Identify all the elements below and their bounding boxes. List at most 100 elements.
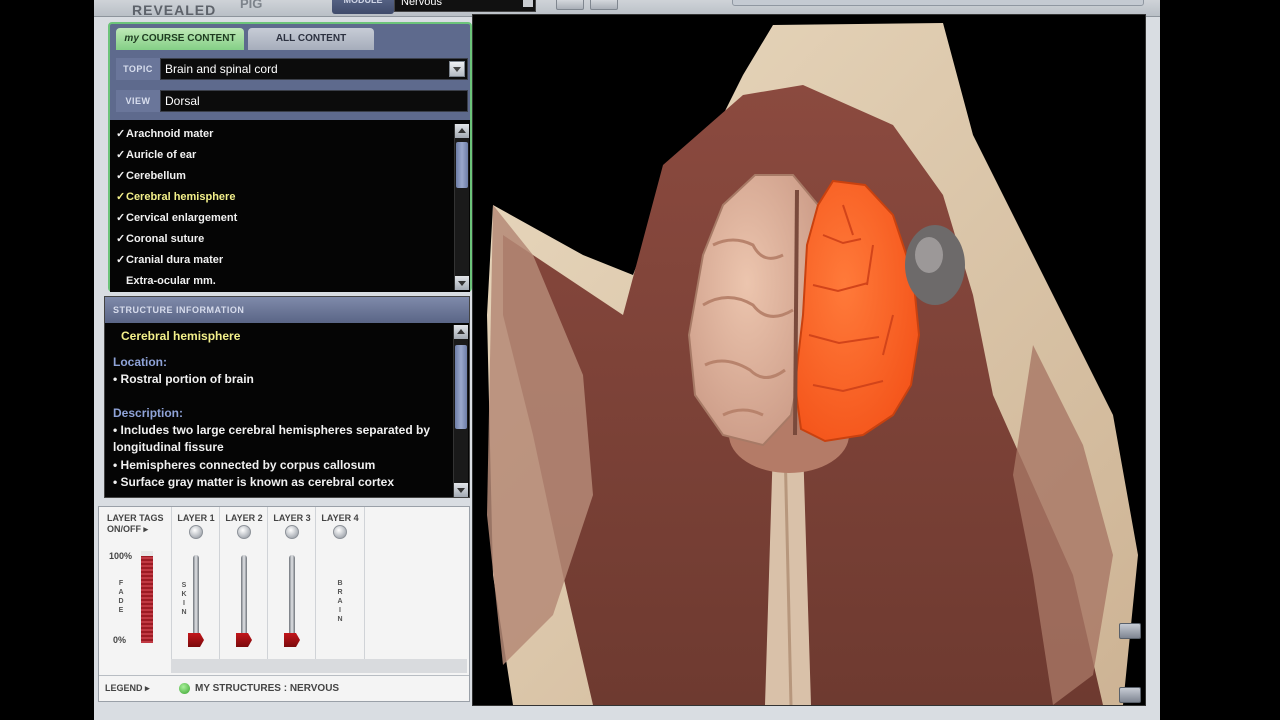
layer-4-name: LAYER 4	[321, 513, 359, 523]
location-item: • Rostral portion of brain	[113, 372, 254, 386]
legend-text: MY STRUCTURES : NERVOUS	[195, 683, 340, 694]
layer-1-name: LAYER 1	[177, 513, 215, 523]
layer-2-tag-toggle[interactable]	[237, 525, 251, 539]
structure-list[interactable]: ✓Arachnoid mater ✓Auricle of ear ✓Cerebe…	[110, 120, 470, 292]
legend-toggle[interactable]: LEGEND ▸	[105, 683, 150, 694]
scroll-up-icon[interactable]	[454, 325, 468, 339]
list-item-label: Cervical enlargement	[126, 212, 238, 224]
list-item[interactable]: ✓Coronal suture	[116, 229, 204, 249]
layer-1-slider-handle[interactable]	[188, 633, 204, 647]
layer-2-slider-handle[interactable]	[236, 633, 252, 647]
layer-4-tag: BRAIN	[337, 580, 343, 623]
description-item: • Includes two large cerebral hemisphere…	[113, 423, 430, 454]
list-item-label: Auricle of ear	[126, 149, 197, 161]
view-select[interactable]: Dorsal	[160, 90, 468, 112]
check-icon: ✓	[116, 149, 126, 161]
module-label: MODULE	[332, 0, 394, 14]
topic-select[interactable]: Brain and spinal cord	[160, 58, 468, 80]
list-item[interactable]: ✓Cervical enlargement	[116, 208, 237, 228]
tab-prefix: my	[124, 33, 139, 44]
structure-info-panel: STRUCTURE INFORMATION Cerebral hemispher…	[104, 296, 470, 498]
chevron-down-icon[interactable]	[523, 0, 533, 7]
check-icon: ✓	[116, 128, 126, 140]
list-item[interactable]: ✓Arachnoid mater	[116, 124, 213, 144]
module-value: Nervous	[401, 0, 442, 8]
scroll-up-icon[interactable]	[455, 124, 469, 138]
course-content-panel: my COURSE CONTENT ALL CONTENT TOPIC Brai…	[108, 22, 472, 292]
layer-4-tag-toggle[interactable]	[333, 525, 347, 539]
search-tool-button[interactable]	[556, 0, 584, 10]
tab-label: ALL CONTENT	[275, 33, 347, 44]
description-item: • Hemispheres connected by corpus callos…	[113, 458, 376, 472]
layer-tags-toggle[interactable]: LAYER TAGS ON/OFF ▸	[107, 513, 164, 535]
layer-4-column: LAYER 4 BRAIN	[315, 507, 365, 659]
list-item-selected[interactable]: ✓Cerebral hemisphere	[116, 187, 235, 207]
longitudinal-fissure	[793, 189, 799, 436]
dissection-image[interactable]	[473, 15, 1145, 705]
tab-all-content[interactable]: ALL CONTENT	[248, 28, 374, 50]
scroll-thumb[interactable]	[456, 142, 468, 188]
layer-3-slider-track[interactable]	[289, 555, 295, 639]
layer-2-column: LAYER 2	[219, 507, 268, 659]
view-value: Dorsal	[165, 94, 200, 108]
eye-highlight	[915, 237, 943, 273]
list-item-label: Cerebellum	[126, 170, 186, 182]
module-select[interactable]: Nervous	[394, 0, 536, 12]
list-item-label: Arachnoid mater	[126, 128, 214, 140]
toolbar-field[interactable]	[732, 0, 1144, 6]
layer-tags-label: LAYER TAGS	[107, 513, 164, 523]
onoff-label: ON/OFF ▸	[107, 524, 149, 534]
list-item[interactable]: Extra-ocular mm.	[116, 271, 216, 291]
layer-1-column: LAYER 1 SKIN	[171, 507, 220, 659]
fade-slider-empty	[141, 551, 153, 556]
layers-panel: LAYER TAGS ON/OFF ▸ 100% 0% FADE LAYER 1…	[98, 506, 470, 702]
location-heading: Location:	[113, 355, 167, 369]
expand-handle-icon[interactable]	[1119, 623, 1141, 639]
tab-label: COURSE CONTENT	[141, 33, 236, 44]
layer-1-tag: SKIN	[181, 582, 187, 616]
list-item[interactable]: ✓Cranial dura mater	[116, 250, 223, 270]
legend-bar: LEGEND ▸ MY STRUCTURES : NERVOUS	[99, 675, 469, 702]
topic-label: TOPIC	[116, 58, 160, 80]
scroll-thumb[interactable]	[455, 345, 467, 429]
structure-info-header: STRUCTURE INFORMATION	[105, 297, 469, 323]
list-item-label: Cerebral hemisphere	[126, 191, 236, 203]
info-scrollbar[interactable]	[453, 325, 468, 497]
move-handle-icon[interactable]	[1119, 687, 1141, 703]
list-scrollbar[interactable]	[454, 124, 469, 290]
scroll-down-icon[interactable]	[454, 483, 468, 497]
scroll-down-icon[interactable]	[455, 276, 469, 290]
layer-3-column: LAYER 3	[267, 507, 316, 659]
description-item: • Surface gray matter is known as cerebr…	[113, 475, 394, 489]
check-icon: ✓	[116, 170, 126, 182]
check-icon: ✓	[116, 254, 126, 266]
list-item-label: Extra-ocular mm.	[126, 275, 216, 287]
list-item[interactable]: ✓Cerebellum	[116, 166, 186, 186]
layer-3-tag-toggle[interactable]	[285, 525, 299, 539]
list-item-label: Cranial dura mater	[126, 254, 224, 266]
fade-slider[interactable]	[141, 551, 153, 643]
check-icon: ✓	[116, 212, 126, 224]
fade-word: FADE	[118, 580, 124, 614]
layers-footer-strip	[171, 659, 467, 673]
structure-title: Cerebral hemisphere	[121, 329, 241, 343]
green-dot-icon	[179, 683, 190, 694]
app-window: REVEALED PIG MODULE Nervous my COURSE CO…	[94, 0, 1160, 720]
topic-value: Brain and spinal cord	[165, 62, 278, 76]
brand-species: PIG	[240, 0, 263, 11]
layer-3-name: LAYER 3	[273, 513, 311, 523]
fade-max-label: 100%	[109, 551, 133, 561]
layer-1-slider-track[interactable]	[193, 555, 199, 639]
layer-2-name: LAYER 2	[225, 513, 263, 523]
print-tool-button[interactable]	[590, 0, 618, 10]
layer-3-slider-handle[interactable]	[284, 633, 300, 647]
check-icon: ✓	[116, 191, 126, 203]
list-item[interactable]: ✓Auricle of ear	[116, 145, 196, 165]
chevron-down-icon[interactable]	[449, 61, 465, 77]
layer-2-slider-track[interactable]	[241, 555, 247, 639]
view-label: VIEW	[116, 90, 160, 112]
dissection-viewer[interactable]	[472, 14, 1146, 706]
fade-min-label: 0%	[113, 635, 127, 645]
tab-my-course-content[interactable]: my COURSE CONTENT	[116, 28, 244, 50]
layer-1-tag-toggle[interactable]	[189, 525, 203, 539]
